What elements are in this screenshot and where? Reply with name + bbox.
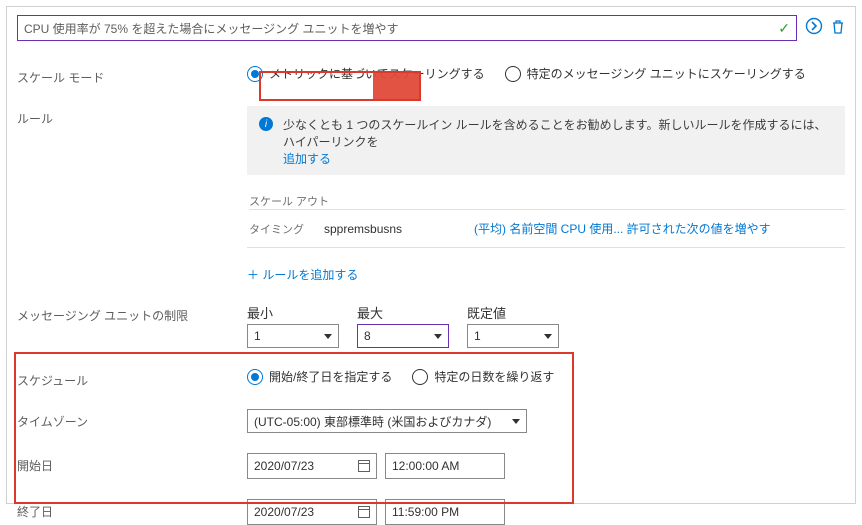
chevron-down-icon bbox=[324, 334, 332, 339]
schedule-label: スケジュール bbox=[17, 368, 247, 389]
check-icon: ✓ bbox=[778, 20, 790, 37]
start-date-value: 2020/07/23 bbox=[254, 459, 314, 473]
chevron-down-icon bbox=[512, 419, 520, 424]
chevron-down-icon bbox=[434, 334, 442, 339]
min-select[interactable]: 1 bbox=[247, 324, 339, 348]
chevron-down-icon bbox=[544, 334, 552, 339]
start-time-value: 12:00:00 AM bbox=[392, 459, 459, 473]
info-add-link[interactable]: 追加する bbox=[283, 152, 331, 166]
calendar-icon bbox=[358, 506, 370, 518]
delete-icon[interactable] bbox=[831, 19, 845, 38]
radio-scale-to-specific[interactable]: 特定のメッセージング ユニットにスケーリングする bbox=[505, 65, 806, 82]
end-time-value: 11:59:00 PM bbox=[392, 505, 459, 519]
radio-scale-by-metric[interactable]: メトリックに基づいてスケーリングする bbox=[247, 65, 485, 82]
submit-icon[interactable] bbox=[805, 17, 823, 40]
radio-specify-dates-label: 開始/終了日を指定する bbox=[269, 368, 392, 385]
scale-mode-label: スケール モード bbox=[17, 65, 247, 86]
info-icon: i bbox=[259, 117, 273, 131]
radio-scale-to-specific-label: 特定のメッセージング ユニットにスケーリングする bbox=[527, 65, 806, 82]
max-value: 8 bbox=[364, 329, 371, 343]
info-text: 少なくとも 1 つのスケールイン ルールを含めることをお勧めします。新しいルール… bbox=[283, 118, 826, 149]
timing-col-label: タイミング bbox=[249, 221, 304, 237]
min-value: 1 bbox=[254, 329, 261, 343]
radio-repeat-days-label: 特定の日数を繰り返す bbox=[434, 368, 554, 385]
scale-out-header: スケール アウト bbox=[249, 193, 845, 210]
condition-name-input[interactable]: CPU 使用率が 75% を超えた場合にメッセージング ユニットを増やす ✓ bbox=[17, 15, 797, 41]
calendar-icon bbox=[358, 460, 370, 472]
timezone-label: タイムゾーン bbox=[17, 409, 247, 430]
min-label: 最小 bbox=[247, 303, 339, 322]
max-label: 最大 bbox=[357, 303, 449, 322]
unit-limit-label: メッセージング ユニットの制限 bbox=[17, 303, 247, 324]
default-select[interactable]: 1 bbox=[467, 324, 559, 348]
add-rule-link[interactable]: ＋ ルールを追加する bbox=[247, 266, 845, 283]
end-date-value: 2020/07/23 bbox=[254, 505, 314, 519]
end-date-input[interactable]: 2020/07/23 bbox=[247, 499, 377, 525]
timezone-select[interactable]: (UTC-05:00) 東部標準時 (米国およびカナダ) bbox=[247, 409, 527, 433]
timing-source: sppremsbusns bbox=[324, 222, 454, 236]
condition-name-text: CPU 使用率が 75% を超えた場合にメッセージング ユニットを増やす bbox=[24, 20, 778, 37]
info-banner: i 少なくとも 1 つのスケールイン ルールを含めることをお勧めします。新しいル… bbox=[247, 106, 845, 175]
start-time-input[interactable]: 12:00:00 AM bbox=[385, 453, 505, 479]
timing-detail-link[interactable]: (平均) 名前空間 CPU 使用... 許可された次の値を増やす bbox=[474, 220, 771, 237]
end-time-input[interactable]: 11:59:00 PM bbox=[385, 499, 505, 525]
radio-specify-dates[interactable]: 開始/終了日を指定する bbox=[247, 368, 392, 385]
max-select[interactable]: 8 bbox=[357, 324, 449, 348]
start-date-input[interactable]: 2020/07/23 bbox=[247, 453, 377, 479]
start-date-label: 開始日 bbox=[17, 453, 247, 474]
radio-repeat-days[interactable]: 特定の日数を繰り返す bbox=[412, 368, 554, 385]
timezone-value: (UTC-05:00) 東部標準時 (米国およびカナダ) bbox=[254, 413, 491, 430]
radio-scale-by-metric-label: メトリックに基づいてスケーリングする bbox=[269, 65, 485, 82]
rules-label: ルール bbox=[17, 106, 247, 127]
default-value: 1 bbox=[474, 329, 481, 343]
end-date-label: 終了日 bbox=[17, 499, 247, 520]
default-label: 既定値 bbox=[467, 303, 559, 322]
